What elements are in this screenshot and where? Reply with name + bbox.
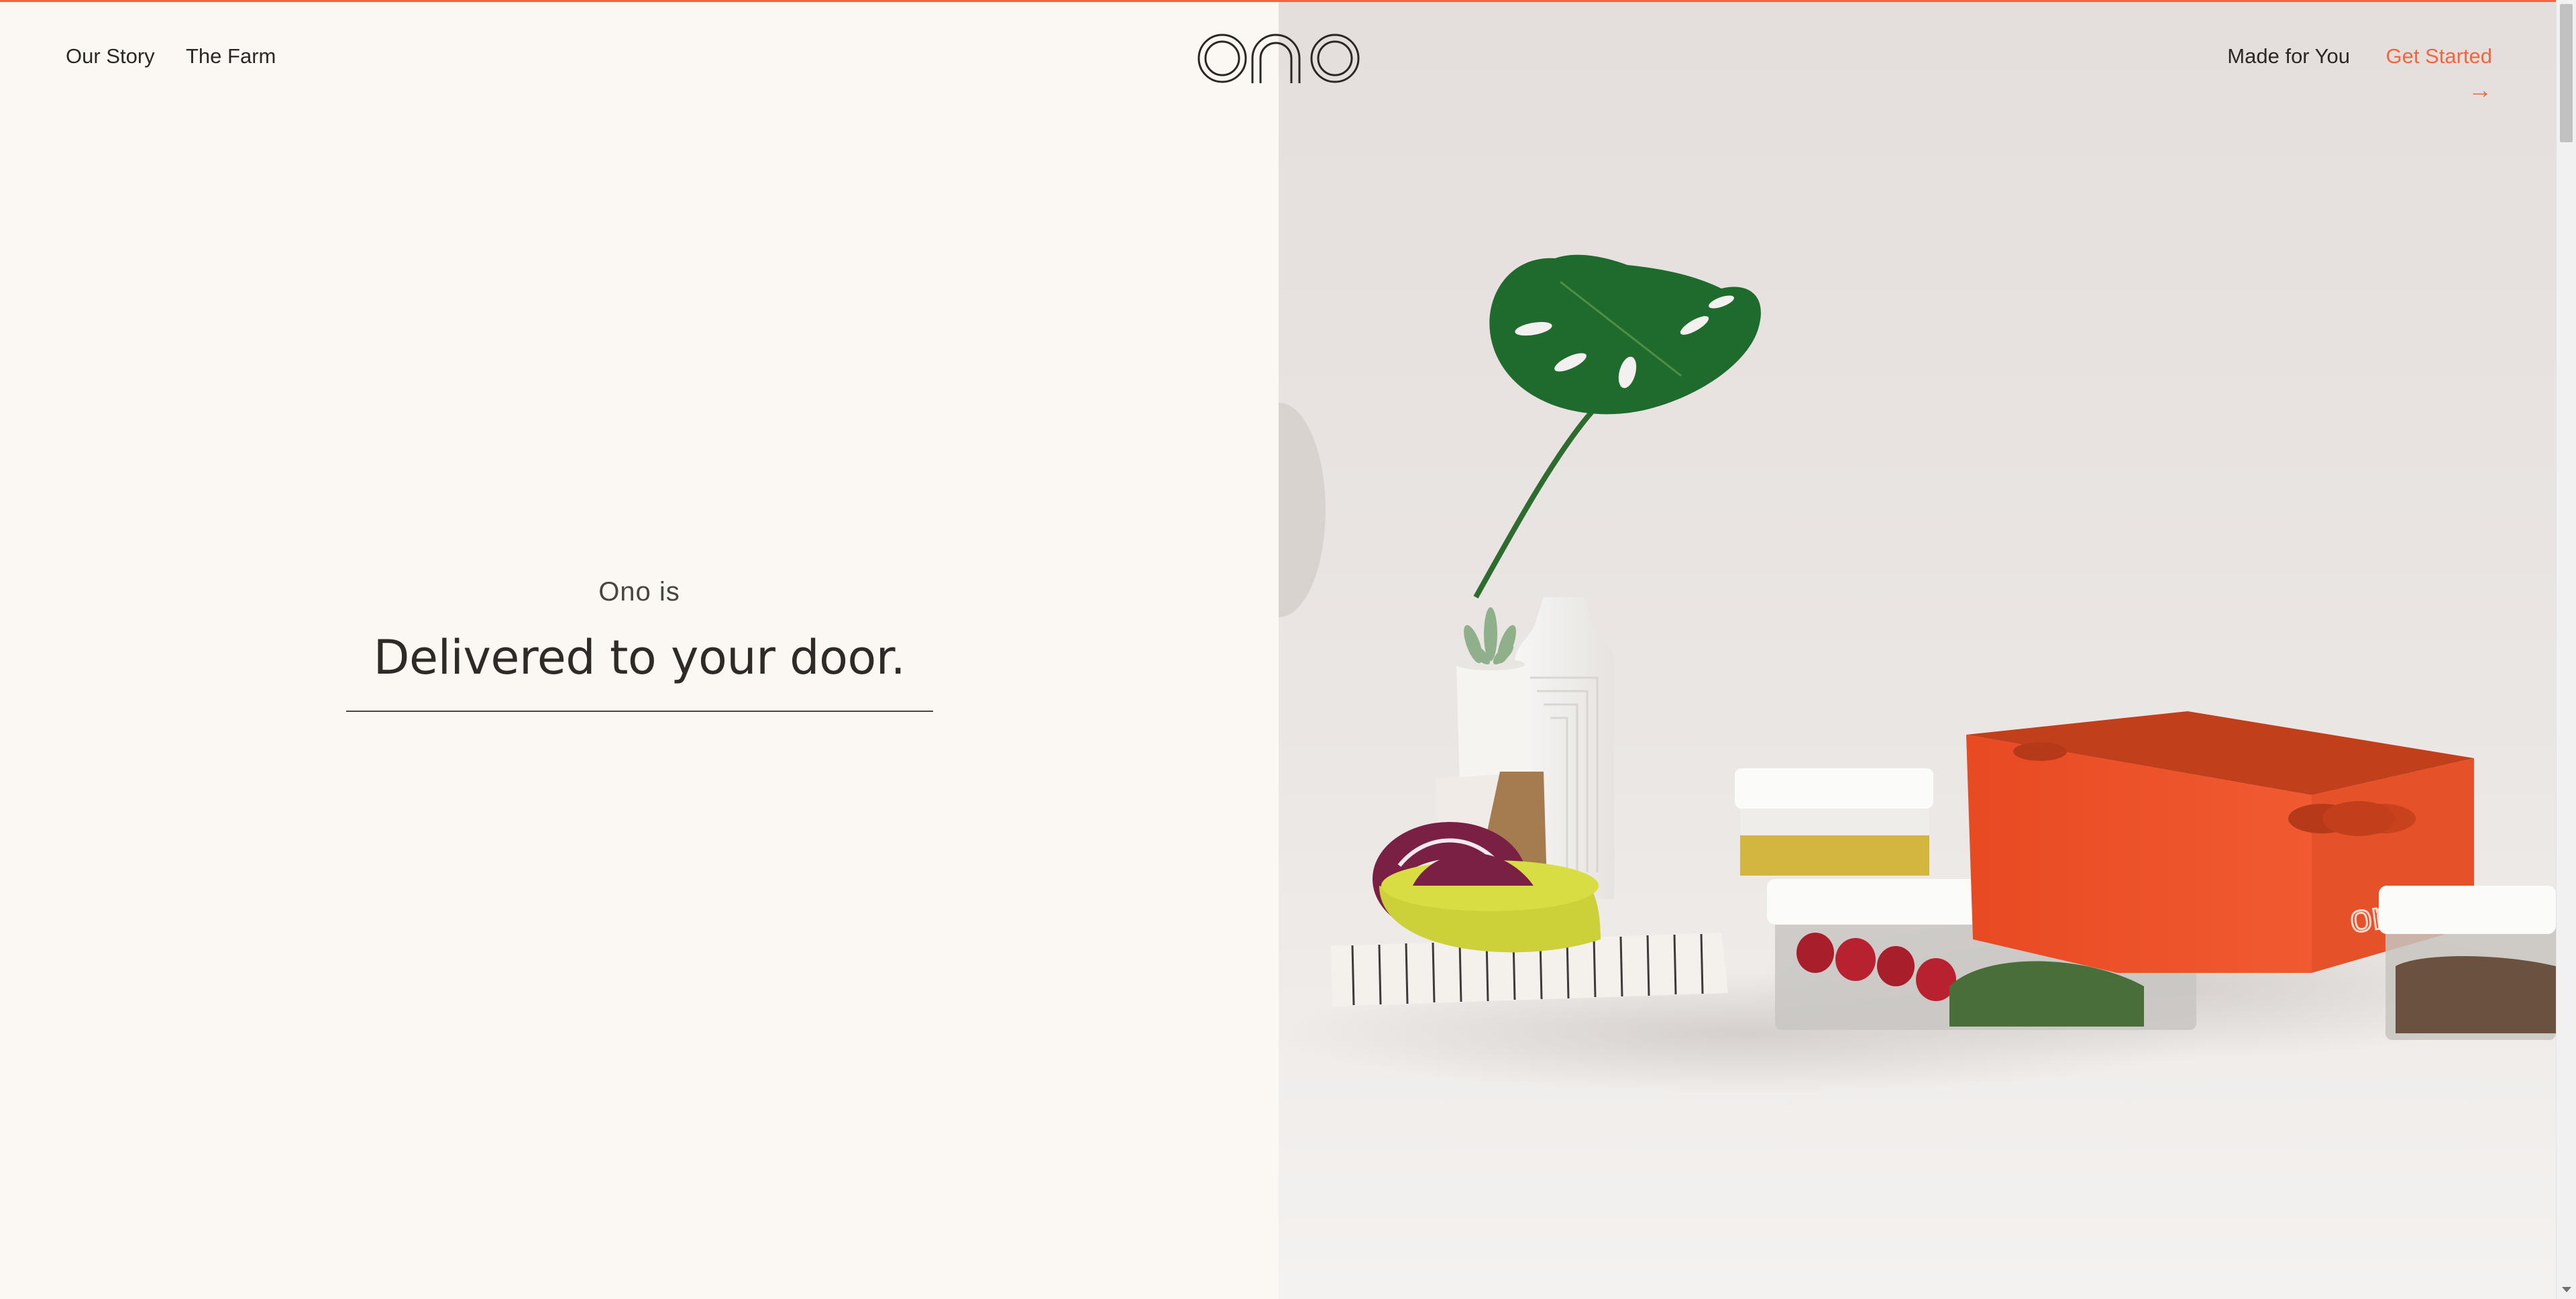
nav-link-the-farm[interactable]: The Farm — [186, 44, 276, 68]
vertical-scrollbar[interactable] — [2556, 0, 2576, 1299]
small-food-container — [1735, 768, 1933, 876]
get-started-link[interactable]: Get Started — [2385, 44, 2492, 68]
right-food-container — [2379, 886, 2556, 1040]
page: Ono is Delivered to your door. Our Story… — [0, 0, 2576, 1299]
nav-link-made-for-you[interactable]: Made for You — [2227, 44, 2350, 68]
arrow-right-icon[interactable]: → — [2468, 78, 2492, 102]
hero-photo: ono — [1279, 0, 2556, 1299]
scrollbar-thumb[interactable] — [2560, 4, 2573, 142]
succulent-pot — [1456, 607, 1525, 790]
left-panel: Ono is Delivered to your door. — [0, 0, 1279, 1299]
product-still-life: ono — [1279, 0, 2556, 1299]
scroll-down-arrow-icon[interactable] — [2562, 1287, 2571, 1292]
ono-logo[interactable] — [1197, 31, 1360, 86]
hero: Ono is Delivered to your door. — [0, 577, 1279, 712]
hero-headline: Delivered to your door. — [373, 630, 906, 685]
hero-divider — [345, 711, 933, 712]
ono-logo-mark — [1197, 34, 1360, 83]
hero-intro: Ono is — [598, 577, 680, 607]
nav-link-our-story[interactable]: Our Story — [66, 44, 155, 68]
top-nav: Our Story The Farm Made for You Get Star… — [0, 0, 2556, 121]
